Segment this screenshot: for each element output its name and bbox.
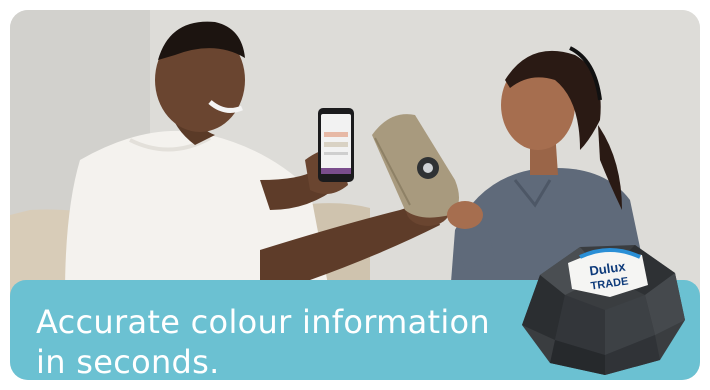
headline: Accurate colour information in seconds. xyxy=(36,302,536,380)
headline-line-1: Accurate colour information xyxy=(36,303,491,341)
phone-icon xyxy=(318,108,354,182)
headline-line-2: in seconds. xyxy=(36,343,220,380)
colour-sensor-icon: Dulux TRADE xyxy=(522,245,685,375)
